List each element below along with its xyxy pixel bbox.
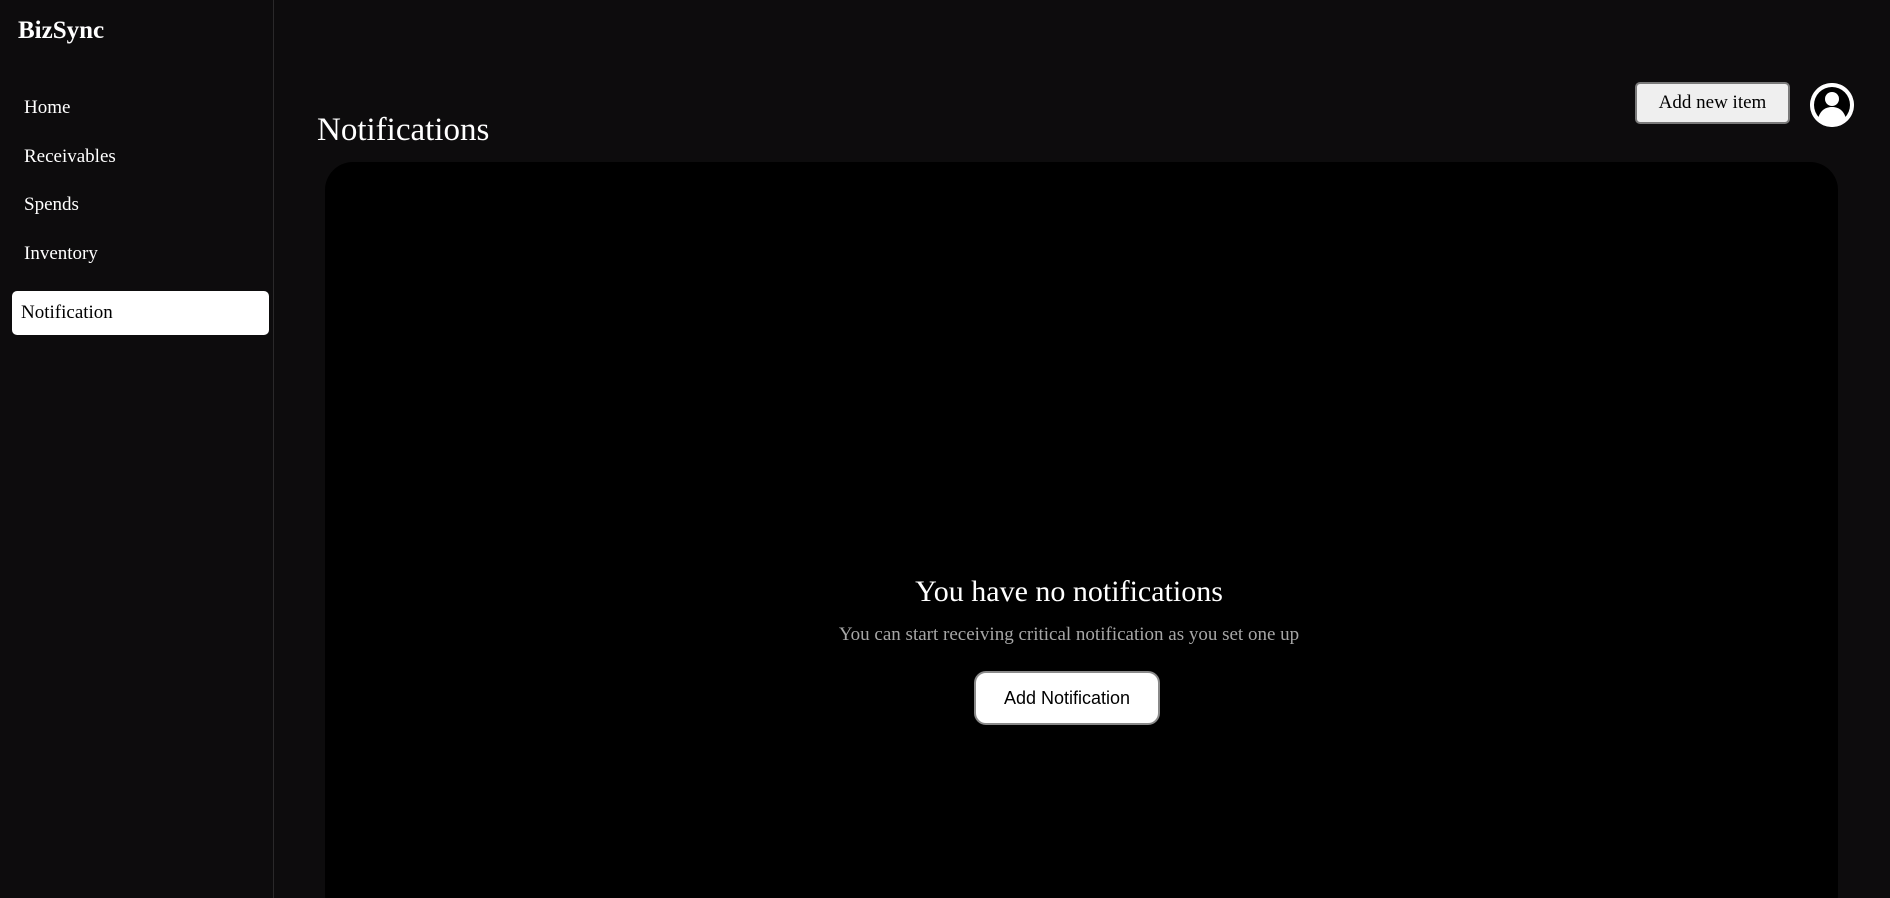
sidebar: BizSync Home Receivables Spends Inventor…: [0, 0, 274, 898]
empty-state-subtitle: You can start receiving critical notific…: [838, 624, 1300, 645]
app-window: BizSync Home Receivables Spends Inventor…: [0, 0, 1890, 898]
add-new-item-button[interactable]: Add new item: [1635, 82, 1790, 124]
notifications-panel: You have no notifications You can start …: [325, 162, 1838, 898]
page-title: Notifications: [317, 112, 490, 148]
person-silhouette-icon: [1810, 83, 1854, 127]
sidebar-item-receivables[interactable]: Receivables: [24, 145, 116, 169]
sidebar-item-home[interactable]: Home: [24, 96, 70, 120]
sidebar-item-notification[interactable]: Notification: [12, 291, 269, 335]
sidebar-item-spends[interactable]: Spends: [24, 193, 79, 217]
sidebar-item-inventory[interactable]: Inventory: [24, 242, 98, 266]
main-content: Notifications Add new item You have no n…: [275, 0, 1890, 898]
user-avatar-icon[interactable]: [1810, 83, 1854, 127]
empty-state-title: You have no notifications: [915, 575, 1223, 608]
brand-logo: BizSync: [18, 17, 105, 44]
add-notification-button[interactable]: Add Notification: [974, 671, 1160, 725]
